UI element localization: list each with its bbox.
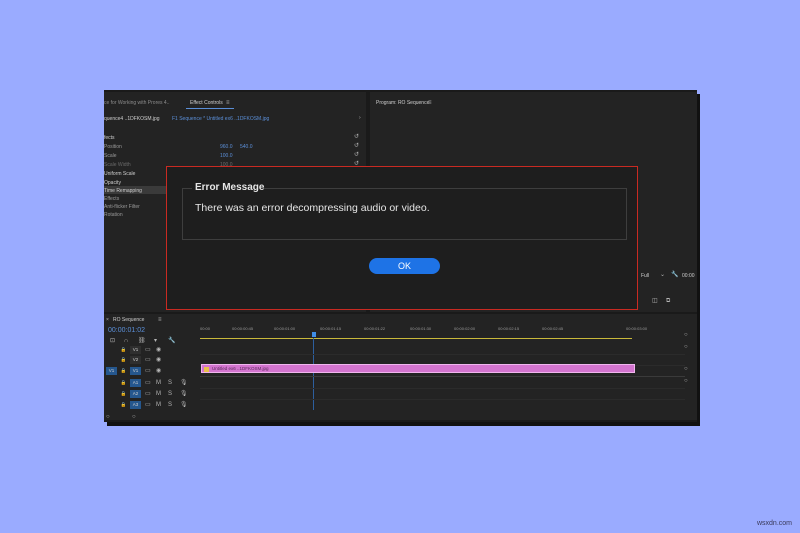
row-scale-width-label: Scale Width <box>104 162 131 168</box>
tab-menu-icon[interactable]: ≡ <box>428 100 432 106</box>
scroll-handle-icon[interactable]: ○ <box>684 378 688 384</box>
compare-view-icon[interactable]: ⧉ <box>666 298 670 304</box>
eye-icon[interactable]: ◉ <box>156 368 161 374</box>
mute-icon[interactable]: M <box>156 380 161 386</box>
row-scale-value[interactable]: 100.0 <box>220 153 233 159</box>
mute-icon[interactable]: M <box>156 402 161 408</box>
chevron-down-icon[interactable]: ⌄ <box>660 272 665 278</box>
program-monitor-title[interactable]: Program: RO Sequence <box>376 100 429 106</box>
ruler-tick: 00:00:02:00 <box>454 326 476 331</box>
row-uniform-scale-label: Uniform Scale <box>104 171 136 177</box>
sequence-path-link[interactable]: F1 Sequence * Untitled ex6 ..1DFKOSM.jpg <box>172 116 269 122</box>
reset-icon[interactable]: ↺ <box>354 143 359 149</box>
track-lock[interactable]: 🔒 <box>118 390 129 398</box>
ruler-tick: 00:00 <box>200 326 211 331</box>
track-headers: 🔒 V1 ▭ ◉ 🔒 V2 ▭ ◉ V1 🔒 V1 ▭ ◉ 🔒 A1 ▭ M S… <box>104 344 200 420</box>
row-scale-label: Scale <box>104 153 117 159</box>
eye-icon[interactable]: ◉ <box>156 357 161 363</box>
export-frame-icon[interactable]: ◫ <box>652 298 658 304</box>
error-dialog: Error Message There was an error decompr… <box>166 166 638 310</box>
track-lock[interactable]: 🔒 <box>118 379 129 387</box>
tab-effect-controls[interactable]: Effect Controls <box>190 100 223 106</box>
wrench-icon[interactable]: 🔧 <box>671 272 678 278</box>
track-target[interactable]: A2 <box>130 390 141 398</box>
track-divider <box>200 388 685 389</box>
row-position-y[interactable]: 540.0 <box>240 144 253 150</box>
row-time-remap-label[interactable]: Time Remapping <box>104 188 142 194</box>
row-rotation-label: Rotation <box>104 212 123 218</box>
track-lock[interactable]: 🔒 <box>118 346 129 354</box>
track-target[interactable]: V2 <box>130 356 141 364</box>
track-divider <box>200 376 685 377</box>
playhead[interactable] <box>312 332 316 337</box>
tab-project[interactable]: ce for Working with Prores 4.. <box>104 100 170 106</box>
ruler-tick: 00:00:03:00 <box>626 326 648 331</box>
program-timecode: 00:00 <box>682 273 695 279</box>
toggle-sync-icon[interactable]: ▭ <box>145 347 151 353</box>
tab-menu-icon[interactable]: ≡ <box>226 100 230 106</box>
timeline-timecode[interactable]: 00:00:01:02 <box>108 327 145 334</box>
track-target[interactable]: A3 <box>130 401 141 409</box>
ruler-tick: 00:00:01:22 <box>364 326 386 331</box>
track-divider <box>200 354 685 355</box>
track-lock[interactable]: 🔒 <box>118 367 129 375</box>
timeline-panel: × RO Sequence ≡ 00:00:01:02 ⊡ ∩ ⛓ ▾ 🔧 00… <box>104 314 697 420</box>
ok-button[interactable]: OK <box>369 258 440 274</box>
dialog-title: Error Message <box>195 182 265 193</box>
ruler-tick: 00:00:01:30 <box>410 326 432 331</box>
fit-dropdown[interactable]: Full <box>641 273 649 279</box>
track-target[interactable]: V1 <box>130 367 141 375</box>
zoom-handle-icon[interactable]: ○ <box>106 414 110 420</box>
microphone-icon[interactable]: 🎙 <box>180 391 188 397</box>
reset-icon[interactable]: ↺ <box>354 134 359 140</box>
row-effects-label: Effects <box>104 196 120 202</box>
scroll-handle-icon[interactable]: ○ <box>684 344 688 350</box>
ruler-tick: 00:00:02:15 <box>498 326 520 331</box>
reset-icon[interactable]: ↺ <box>354 152 359 158</box>
zoom-handle-icon[interactable]: ○ <box>132 414 136 420</box>
eye-icon[interactable]: ◉ <box>156 347 161 353</box>
ruler-tick: 00:00:00:45 <box>232 326 254 331</box>
toggle-sync-icon[interactable]: ▭ <box>145 368 151 374</box>
clip-label: Untitled ex6 ..1DFKOSM.jpg <box>212 366 269 371</box>
tab-underline <box>186 108 234 109</box>
section-video-effects: fects <box>104 135 115 141</box>
time-ruler[interactable]: 00:00 00:00:00:45 00:00:01:00 00:00:01:1… <box>200 324 685 339</box>
error-message-text: There was an error decompressing audio o… <box>195 202 430 214</box>
sequence-tab[interactable]: RO Sequence <box>113 317 144 323</box>
toggle-sync-icon[interactable]: ▭ <box>145 357 151 363</box>
scroll-handle-icon[interactable]: ○ <box>684 366 688 372</box>
source-patch-v1[interactable]: V1 <box>106 367 117 375</box>
row-antiflicker-label: Anti-flicker Filter <box>104 204 140 210</box>
toggle-sync-icon[interactable]: ▭ <box>145 380 151 386</box>
mute-icon[interactable]: M <box>156 391 161 397</box>
tab-menu-icon[interactable]: ≡ <box>158 317 162 323</box>
microphone-icon[interactable]: 🎙 <box>180 380 188 386</box>
track-divider <box>200 399 685 400</box>
fx-badge-icon <box>204 366 209 372</box>
source-clip-label[interactable]: quence4 ..1DFKOSM.jpg <box>104 116 160 122</box>
row-position-label: Position <box>104 144 122 150</box>
track-lock[interactable]: 🔒 <box>118 401 129 409</box>
message-group-box <box>182 188 627 240</box>
solo-icon[interactable]: S <box>168 380 172 386</box>
toggle-sync-icon[interactable]: ▭ <box>145 391 151 397</box>
work-area-bar[interactable] <box>200 338 632 339</box>
ruler-tick: 00:00:01:00 <box>274 326 296 331</box>
ruler-tick: 00:00:02:45 <box>542 326 564 331</box>
track-target[interactable]: V1 <box>130 346 141 354</box>
microphone-icon[interactable]: 🎙 <box>180 402 188 408</box>
solo-icon[interactable]: S <box>168 402 172 408</box>
ruler-tick: 00:00:01:15 <box>320 326 342 331</box>
track-target[interactable]: A1 <box>130 379 141 387</box>
close-icon[interactable]: × <box>106 318 109 323</box>
chevron-right-icon[interactable]: › <box>359 116 361 121</box>
scroll-handle-icon[interactable]: ○ <box>684 332 688 338</box>
watermark: wsxdn.com <box>756 520 792 527</box>
row-position-x[interactable]: 960.0 <box>220 144 233 150</box>
track-lock[interactable]: 🔒 <box>118 356 129 364</box>
solo-icon[interactable]: S <box>168 391 172 397</box>
toggle-sync-icon[interactable]: ▭ <box>145 402 151 408</box>
video-clip[interactable]: Untitled ex6 ..1DFKOSM.jpg <box>201 364 635 373</box>
